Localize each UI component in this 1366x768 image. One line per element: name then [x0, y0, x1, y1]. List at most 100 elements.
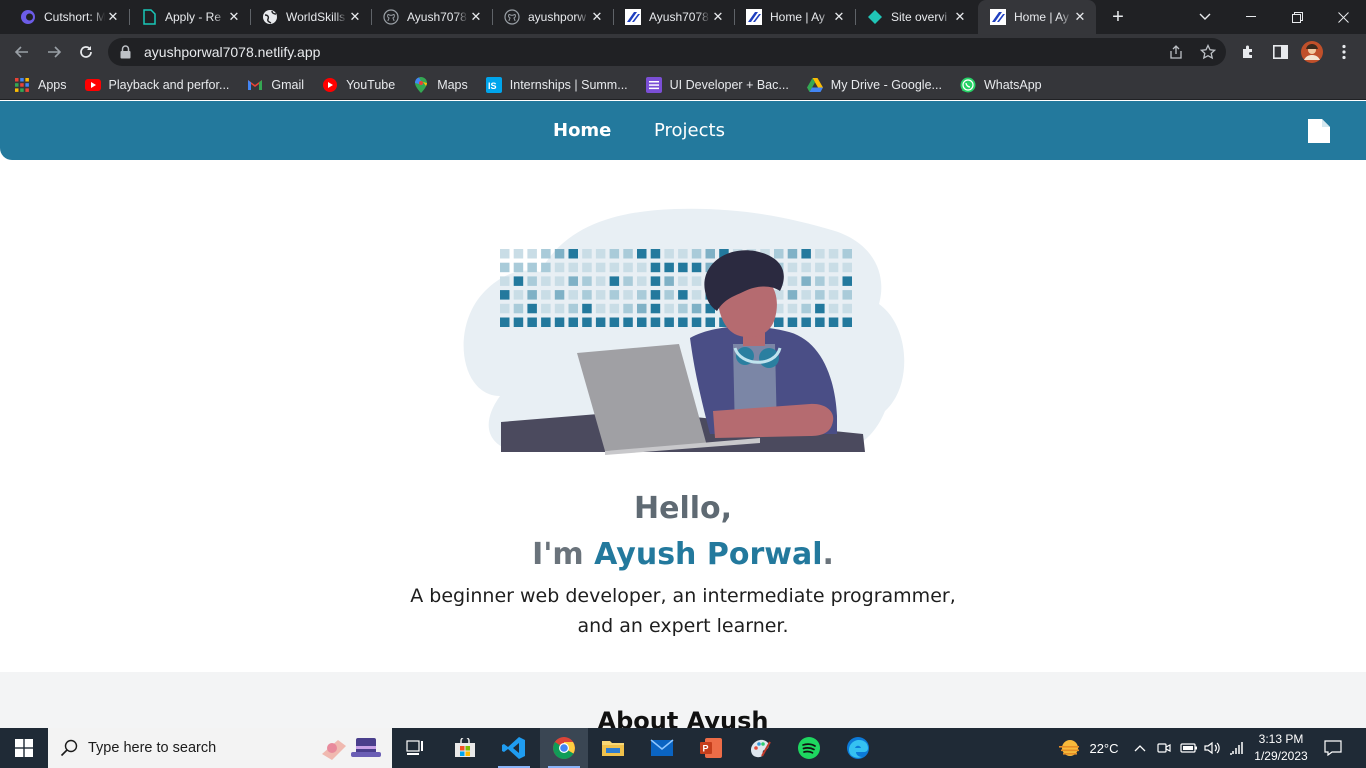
- side-panel-icon[interactable]: [1266, 38, 1294, 66]
- weather-icon[interactable]: [1054, 728, 1084, 768]
- extensions-icon[interactable]: [1234, 38, 1262, 66]
- pixel-tile: [637, 262, 647, 273]
- pixel-tile: [554, 262, 565, 273]
- pixel-tile: [554, 303, 565, 314]
- bookmark-apps[interactable]: Apps: [14, 77, 67, 93]
- youtube-icon: [322, 77, 338, 93]
- bookmark-gmail[interactable]: Gmail: [247, 77, 304, 93]
- close-tab-icon[interactable]: ✕: [226, 9, 242, 25]
- new-tab-button[interactable]: +: [1106, 5, 1130, 29]
- mail-icon[interactable]: [638, 728, 686, 768]
- pixel-tile: [500, 249, 510, 259]
- wifi-icon[interactable]: [1226, 728, 1248, 768]
- minimize-button[interactable]: [1228, 0, 1274, 34]
- pixel-tile: [678, 276, 688, 286]
- pixel-tile: [842, 276, 852, 286]
- share-icon[interactable]: [1164, 40, 1188, 64]
- bookmark-ui-developer[interactable]: UI Developer + Bac...: [645, 76, 789, 93]
- bookmark-star-icon[interactable]: [1196, 40, 1220, 64]
- url-text[interactable]: ayushporwal7078.netlify.app: [144, 44, 320, 60]
- windows-logo-icon: [15, 739, 33, 757]
- browser-tab[interactable]: WorldSkills ✕: [250, 0, 372, 34]
- system-clock[interactable]: 3:13 PM 1/29/2023: [1250, 731, 1312, 765]
- weather-temperature[interactable]: 22°C: [1086, 728, 1122, 768]
- chrome-menu-icon[interactable]: [1330, 38, 1358, 66]
- tab-strip: Cutshort: M ✕ Apply - Re ✕ WorldSkills ✕…: [0, 0, 1366, 34]
- task-view-icon[interactable]: [392, 728, 440, 768]
- paint-icon[interactable]: [736, 728, 784, 768]
- close-tab-icon[interactable]: ✕: [105, 9, 121, 25]
- pixel-tile: [568, 249, 578, 259]
- start-button[interactable]: [0, 728, 48, 768]
- search-placeholder[interactable]: Type here to search: [88, 740, 216, 756]
- browser-tab[interactable]: ayushporw ✕: [492, 0, 614, 34]
- pixel-tile: [637, 290, 647, 300]
- nav-projects-link[interactable]: Projects: [654, 120, 725, 141]
- tab-search-icon[interactable]: [1182, 0, 1228, 34]
- browser-tab[interactable]: Home | Ay ✕: [734, 0, 856, 34]
- pixel-tile: [705, 249, 715, 259]
- battery-icon[interactable]: [1178, 728, 1200, 768]
- vscode-icon[interactable]: [490, 728, 538, 768]
- pixel-tile: [815, 290, 825, 300]
- pixel-tile: [691, 317, 702, 327]
- bookmark-youtube[interactable]: YouTube: [322, 77, 395, 93]
- list-icon: [645, 76, 662, 93]
- bookmark-internships[interactable]: IS Internships | Summ...: [485, 76, 628, 93]
- edge-icon[interactable]: [834, 728, 882, 768]
- profile-avatar[interactable]: [1298, 38, 1326, 66]
- pixel-tile: [787, 303, 798, 314]
- about-title: About Ayush: [597, 707, 769, 728]
- browser-toolbar: ayushporwal7078.netlify.app: [0, 34, 1366, 70]
- pixel-tile: [623, 276, 633, 286]
- nav-home-link[interactable]: Home: [553, 120, 611, 141]
- close-tab-icon[interactable]: ✕: [589, 9, 605, 25]
- close-tab-icon[interactable]: ✕: [831, 9, 847, 25]
- volume-icon[interactable]: [1202, 728, 1224, 768]
- back-button[interactable]: [8, 38, 36, 66]
- notification-center-icon[interactable]: [1318, 728, 1348, 768]
- bookmark-maps[interactable]: Maps: [413, 76, 468, 93]
- tray-overflow-chevron-icon[interactable]: [1130, 728, 1150, 768]
- powerpoint-icon[interactable]: P: [687, 728, 735, 768]
- browser-tab[interactable]: Ayush7078 ✕: [371, 0, 493, 34]
- search-highlight-illustration[interactable]: [316, 732, 386, 764]
- close-tab-icon[interactable]: ✕: [710, 9, 726, 25]
- close-tab-icon[interactable]: ✕: [347, 9, 363, 25]
- pixel-tile: [637, 317, 647, 327]
- close-tab-icon[interactable]: ✕: [468, 9, 484, 25]
- bookmark-playback[interactable]: Playback and perfor...: [84, 77, 229, 93]
- forward-button[interactable]: [40, 38, 68, 66]
- chrome-icon[interactable]: [540, 728, 588, 768]
- taskbar-search-box[interactable]: Type here to search: [48, 728, 392, 768]
- pixel-tile: [801, 303, 811, 314]
- address-bar[interactable]: ayushporwal7078.netlify.app: [108, 38, 1226, 66]
- browser-tab[interactable]: Site overvi ✕: [855, 0, 976, 34]
- browser-tab[interactable]: Cutshort: M ✕: [8, 0, 130, 34]
- bookmark-whatsapp[interactable]: WhatsApp: [960, 77, 1042, 93]
- store-icon[interactable]: [441, 728, 489, 768]
- reload-button[interactable]: [72, 38, 100, 66]
- pixel-tile: [650, 249, 661, 259]
- browser-tab-active[interactable]: Home | Ay ✕: [978, 0, 1096, 34]
- close-tab-icon[interactable]: ✕: [1072, 9, 1088, 25]
- browser-tab[interactable]: Ayush7078 ✕: [613, 0, 735, 34]
- site-icon: [625, 9, 641, 25]
- tagline-line-2: and an expert learner.: [577, 615, 789, 637]
- file-explorer-icon[interactable]: [589, 728, 637, 768]
- bookmark-my-drive[interactable]: My Drive - Google...: [806, 77, 942, 93]
- close-window-button[interactable]: [1320, 0, 1366, 34]
- netlify-icon: [867, 9, 883, 25]
- close-tab-icon[interactable]: ✕: [952, 9, 968, 25]
- browser-tab[interactable]: Apply - Re ✕: [129, 0, 251, 34]
- resume-document-icon[interactable]: [1307, 118, 1331, 144]
- lock-icon[interactable]: [120, 45, 134, 59]
- meet-now-icon[interactable]: [1154, 728, 1174, 768]
- cutshort-icon: [20, 9, 36, 25]
- restore-button[interactable]: [1274, 0, 1320, 34]
- pixel-tile: [500, 290, 510, 300]
- pixel-tile: [650, 317, 661, 327]
- pixel-tile: [500, 303, 510, 314]
- spotify-icon[interactable]: [785, 728, 833, 768]
- tagline-line-1: A beginner web developer, an intermediat…: [410, 585, 956, 607]
